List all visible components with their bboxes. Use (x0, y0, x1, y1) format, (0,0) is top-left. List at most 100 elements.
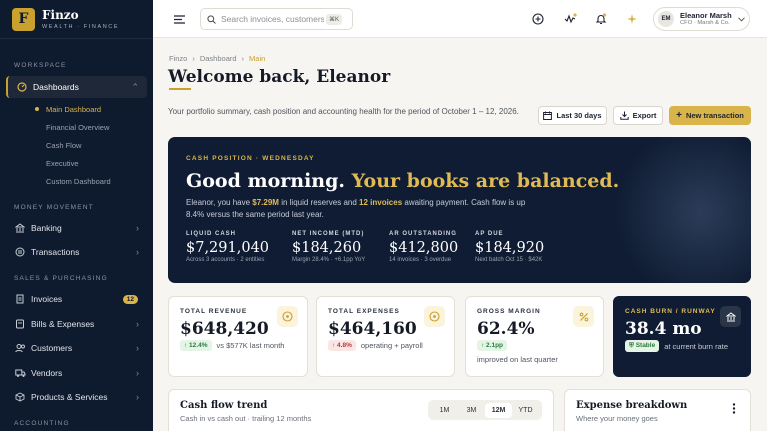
stat-label: AP DUE (475, 231, 504, 237)
sidebar-item-customers[interactable]: Customers › (6, 337, 147, 359)
sidebar-item-dashboards[interactable]: Dashboards ⌃ (6, 76, 147, 98)
section-sales-purchasing: SALES & PURCHASING (14, 275, 108, 282)
chevron-right-icon: › (136, 223, 139, 233)
kpi-note: at current burn rate (664, 341, 728, 351)
user-menu[interactable]: EM Eleanor Marsh CFO · Marsh & Co. (653, 7, 750, 31)
kpi-note: operating + payroll (360, 341, 423, 350)
stat-note: Across 3 accounts · 2 entities (186, 257, 265, 263)
sidebar-item-vendors[interactable]: Vendors › (6, 362, 147, 384)
chevron-right-icon: › (136, 247, 139, 257)
more-vertical-icon[interactable] (732, 403, 736, 414)
bell-icon[interactable] (593, 11, 609, 27)
brand-logo: F (12, 7, 35, 31)
section-accounting: ACCOUNTING (14, 420, 70, 427)
bank-icon (720, 306, 741, 327)
sidebar-subitem-main-dashboard[interactable]: Main Dashboard (46, 105, 101, 114)
cash-position-hero: CASH POSITION · WEDNESDAY Good morning. … (168, 137, 751, 283)
kpi-cash-burn-runway[interactable]: CASH BURN / RUNWAY 38.4 mo ⛨ Stable at cu… (613, 296, 751, 377)
range-segmented-control: 1M 3M 12M YTD (428, 400, 542, 420)
stat-label: LIQUID CASH (186, 231, 236, 237)
chevron-down-icon (737, 16, 745, 22)
stat-note: Next batch Oct 15 · $42K (475, 257, 543, 263)
sidebar-item-bills-expenses[interactable]: Bills & Expenses › (6, 313, 147, 335)
range-option-12m[interactable]: 12M (485, 402, 512, 418)
kpi-total-revenue[interactable]: TOTAL REVENUE $648,420 ↑ 12.4% vs $577K l… (168, 296, 308, 377)
search-shortcut: ⌘K (326, 13, 343, 25)
kpi-gross-margin[interactable]: GROSS MARGIN 62.4% ↑ 2.1pp improved on la… (465, 296, 604, 377)
stat-ar-outstanding: AR OUTSTANDING $412,800 14 invoices · 3 … (389, 231, 458, 263)
sidebar-subitem-cash-flow[interactable]: Cash Flow (46, 141, 81, 150)
hero-title-greeting: Good morning. (186, 170, 346, 192)
kpi-note: vs $577K last month (216, 341, 285, 350)
user-name: Eleanor Marsh (680, 11, 732, 20)
export-button[interactable]: Export (613, 106, 663, 125)
new-transaction-button[interactable]: + New transaction (669, 106, 751, 125)
hero-description: Eleanor, you have $7.29M in liquid reser… (186, 197, 536, 221)
kpi-label: GROSS MARGIN (477, 308, 541, 315)
stat-value: $184,920 (475, 240, 545, 256)
receipt-icon (15, 319, 29, 329)
chevron-right-icon: › (136, 392, 139, 402)
sidebar: F Finzo WEALTH · FINANCE WORKSPACE Dashb… (0, 0, 153, 431)
kpi-value: 38.4 mo (625, 319, 702, 339)
sidebar-item-label: Vendors (31, 368, 63, 378)
menu-icon[interactable] (171, 11, 187, 27)
sidebar-item-label: Banking (31, 223, 62, 233)
page-title: Welcome back, Eleanor (168, 67, 391, 87)
invoices-count-badge: 12 (122, 294, 138, 304)
kpi-total-expenses[interactable]: TOTAL EXPENSES $464,160 ↑ 4.8% operating … (316, 296, 455, 377)
users-icon (15, 343, 29, 353)
sidebar-subitem-financial-overview[interactable]: Financial Overview (46, 123, 109, 132)
search-input[interactable] (221, 14, 324, 24)
expense-breakdown-card: Expense breakdown Where your money goes (564, 389, 751, 431)
range-option-3m[interactable]: 3M (458, 403, 485, 418)
section-workspace: WORKSPACE (14, 62, 67, 69)
status-badge-label: Stable (635, 342, 656, 349)
range-option-ytd[interactable]: YTD (512, 403, 539, 418)
date-range-button[interactable]: Last 30 days (538, 106, 607, 125)
sidebar-subitem-executive[interactable]: Executive (46, 159, 79, 168)
card-subtitle: Where your money goes (576, 414, 658, 423)
sidebar-item-invoices[interactable]: Invoices 12 (6, 288, 147, 310)
title-underline (169, 88, 191, 90)
sidebar-item-label: Customers (31, 343, 73, 353)
invoice-icon (15, 294, 29, 304)
breadcrumb-item[interactable]: Finzo (169, 54, 187, 63)
breadcrumb-item[interactable]: Dashboard (200, 54, 237, 63)
download-icon (619, 111, 629, 120)
breadcrumb-separator: › (241, 54, 245, 63)
avatar: EM (658, 11, 674, 27)
range-option-1m[interactable]: 1M (431, 403, 458, 418)
dashboard-icon (17, 82, 31, 92)
stat-value: $7,291,040 (186, 240, 270, 256)
hero-text-part: Eleanor, you have (186, 198, 253, 207)
hero-title-highlight: Your books are balanced. (351, 170, 620, 192)
brand[interactable]: F Finzo WEALTH · FINANCE (0, 0, 153, 39)
hero-text-invoices[interactable]: 12 invoices (359, 198, 402, 207)
sidebar-item-transactions[interactable]: Transactions › (6, 241, 147, 263)
chevron-right-icon: › (136, 343, 139, 353)
sidebar-item-banking[interactable]: Banking › (6, 217, 147, 239)
add-circle-icon[interactable] (530, 11, 546, 27)
hero-text-amount: $7.29M (252, 198, 279, 207)
hero-eyebrow: CASH POSITION · WEDNESDAY (186, 155, 315, 162)
kpi-value: $464,160 (328, 319, 417, 339)
stat-value: $184,260 (292, 240, 362, 256)
activity-icon[interactable] (562, 11, 578, 27)
sparkle-icon[interactable] (624, 11, 640, 27)
brand-name: Finzo (42, 7, 79, 22)
kpi-label: TOTAL EXPENSES (328, 308, 400, 315)
sidebar-subitem-custom-dashboard[interactable]: Custom Dashboard (46, 177, 111, 186)
brand-tagline: WEALTH · FINANCE (42, 23, 120, 30)
status-badge: ⛨ Stable (625, 340, 660, 352)
kpi-delta: ↑ 4.8% (328, 340, 356, 351)
sidebar-item-products-services[interactable]: Products & Services › (6, 386, 147, 408)
stat-ap-due: AP DUE $184,920 Next batch Oct 15 · $42K (475, 231, 544, 263)
sidebar-item-label: Dashboards (33, 82, 79, 92)
hero-glow (611, 137, 751, 283)
cash-flow-trend-card: Cash flow trend Cash in vs cash out · tr… (168, 389, 554, 431)
search-box[interactable]: ⌘K (200, 8, 353, 30)
kpi-delta: ↑ 12.4% (180, 340, 212, 351)
kpi-label: CASH BURN / RUNWAY (625, 308, 716, 315)
sidebar-item-label: Invoices (31, 294, 63, 304)
